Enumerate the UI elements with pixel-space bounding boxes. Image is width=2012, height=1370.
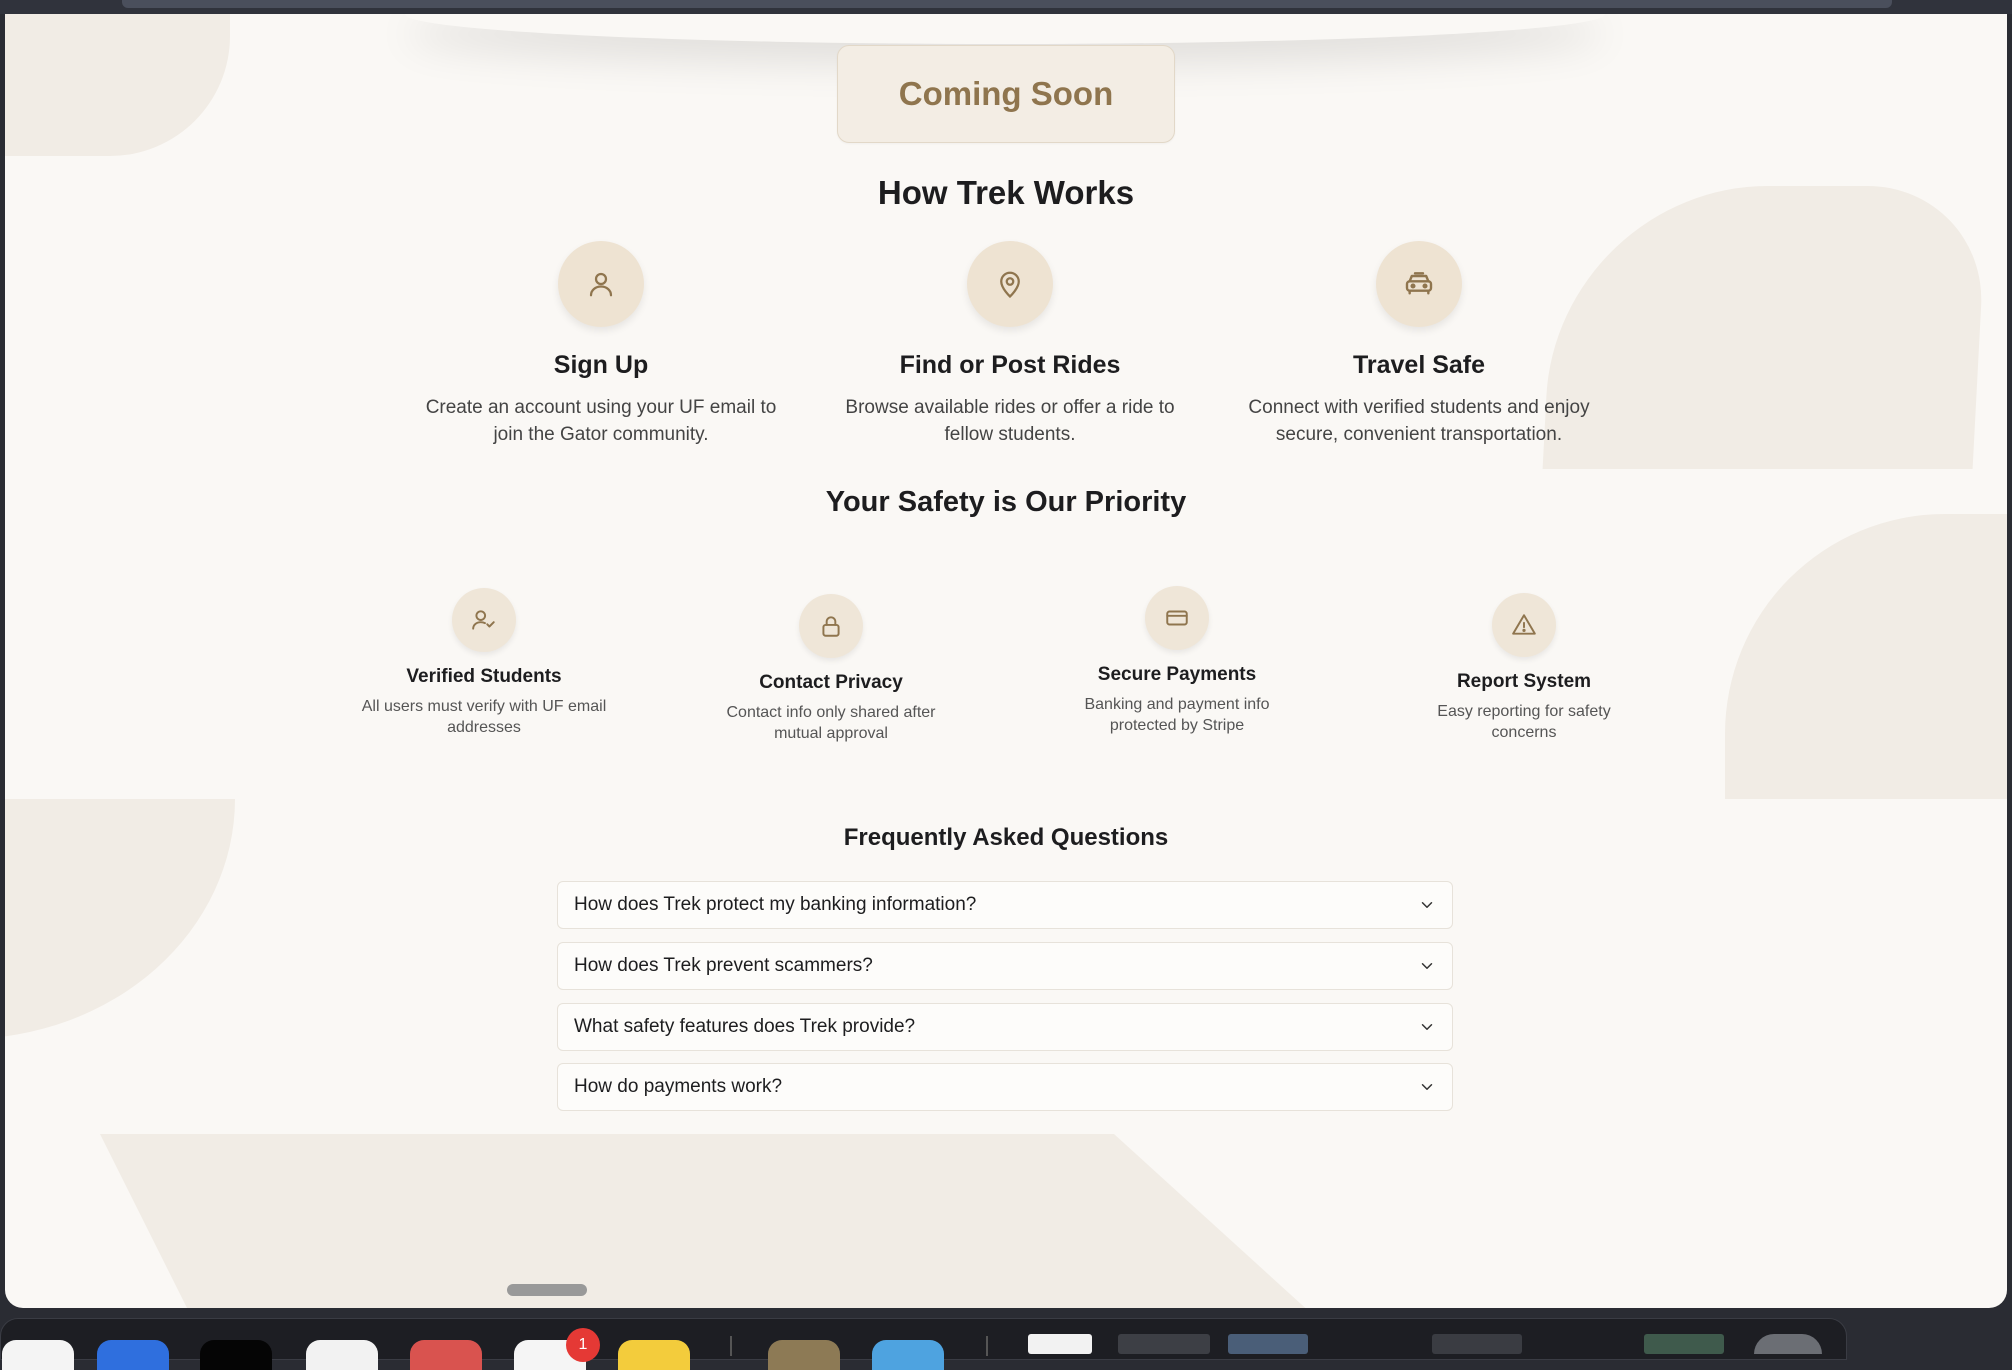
calendar-app-icon[interactable] <box>410 1340 482 1370</box>
step-title: Travel Safe <box>1352 351 1486 379</box>
user-icon <box>558 241 644 327</box>
dock: 1 <box>0 1318 2012 1370</box>
step-description-line: Browse available rides or offer a ride t… <box>845 397 1175 418</box>
background-shape <box>1725 514 2007 799</box>
step-title: Sign Up <box>553 351 649 379</box>
feature-report-system: Report System Easy reporting for safety … <box>1374 593 1674 743</box>
feature-secure-payments: Secure Payments Banking and payment info… <box>1027 586 1327 736</box>
faq-item[interactable]: How does Trek protect my banking informa… <box>557 881 1453 929</box>
window-thumbnail[interactable] <box>1644 1334 1724 1354</box>
window-thumbnail[interactable] <box>1432 1334 1522 1354</box>
chevron-down-icon <box>1421 902 1433 908</box>
faq-item[interactable]: What safety features does Trek provide? <box>557 1003 1453 1051</box>
step-description: Browse available rides or offer a ride t… <box>800 394 1220 448</box>
credit-card-icon <box>1145 586 1209 650</box>
safety-title: Your Safety is Our Priority <box>825 486 1187 518</box>
step-title: Find or Post Rides <box>899 351 1121 379</box>
app-icon[interactable] <box>872 1340 944 1370</box>
faq-title: Frequently Asked Questions <box>843 824 1169 851</box>
step-sign-up: Sign Up Create an account using your UF … <box>391 241 811 448</box>
feature-description-line: protected by Stripe <box>1109 717 1245 734</box>
faq-item[interactable]: How do payments work? <box>557 1063 1453 1111</box>
lock-icon <box>799 594 863 658</box>
notes-app-icon[interactable] <box>618 1340 690 1370</box>
dock-separator <box>730 1336 732 1356</box>
window-thumbnail[interactable] <box>1118 1334 1210 1354</box>
background-shape <box>5 14 230 156</box>
coming-soon-badge: Coming Soon <box>837 45 1175 143</box>
chevron-down-icon <box>1421 963 1433 969</box>
feature-description: All users must verify with UF email addr… <box>334 696 634 738</box>
step-description-line: Create an account using your UF email to <box>425 397 777 418</box>
horizontal-scrollbar-thumb[interactable] <box>507 1284 587 1296</box>
feature-title: Verified Students <box>406 666 562 687</box>
feature-description: Easy reporting for safety concerns <box>1374 701 1674 743</box>
finder-app-icon[interactable] <box>2 1340 74 1370</box>
window-thumbnail[interactable] <box>1228 1334 1308 1354</box>
how-it-works-title: How Trek Works <box>877 174 1135 211</box>
step-description: Create an account using your UF email to… <box>391 394 811 448</box>
car-icon <box>1376 241 1462 327</box>
feature-contact-privacy: Contact Privacy Contact info only shared… <box>681 594 981 744</box>
app-icon[interactable] <box>768 1340 840 1370</box>
trash-icon[interactable] <box>1754 1334 1822 1354</box>
faq-question: How does Trek prevent scammers? <box>574 955 873 976</box>
alert-triangle-icon <box>1492 593 1556 657</box>
feature-description-line: Contact info only shared after <box>726 704 936 721</box>
chevron-down-icon <box>1421 1024 1433 1030</box>
step-find-or-post: Find or Post Rides Browse available ride… <box>800 241 1220 448</box>
step-description-line: Connect with verified students and enjoy <box>1248 397 1590 418</box>
page-viewport[interactable]: Coming Soon How Trek Works Sign Up Creat… <box>5 14 2007 1308</box>
feature-description-line: addresses <box>447 719 521 736</box>
feature-description-line: concerns <box>1491 724 1557 741</box>
background-shape <box>100 1134 1400 1308</box>
chevron-down-icon <box>1421 1084 1433 1090</box>
feature-description-line: All users must verify with UF email <box>361 698 607 715</box>
feature-description-line: Easy reporting for safety <box>1437 703 1611 720</box>
faq-question: How do payments work? <box>574 1076 783 1097</box>
step-description-line: fellow students. <box>944 424 1076 445</box>
feature-description: Banking and payment info protected by St… <box>1027 694 1327 736</box>
notification-badge: 1 <box>566 1328 600 1362</box>
browser-top-bar <box>0 0 2012 14</box>
step-description-line: secure, convenient transportation. <box>1275 424 1563 445</box>
feature-description-line: Banking and payment info <box>1084 696 1270 713</box>
faq-item[interactable]: How does Trek prevent scammers? <box>557 942 1453 990</box>
window-thumbnail[interactable] <box>1028 1334 1092 1354</box>
feature-title: Contact Privacy <box>759 672 903 693</box>
map-pin-icon <box>967 241 1053 327</box>
user-check-icon <box>452 588 516 652</box>
feature-title: Secure Payments <box>1097 664 1257 685</box>
step-description-line: join the Gator community. <box>493 424 709 445</box>
faq-question: What safety features does Trek provide? <box>574 1016 916 1037</box>
app-icon[interactable] <box>200 1340 272 1370</box>
feature-verified-students: Verified Students All users must verify … <box>334 588 634 738</box>
header-shadow <box>405 14 1605 44</box>
step-travel-safe: Travel Safe Connect with verified studen… <box>1209 241 1629 448</box>
step-description: Connect with verified students and enjoy… <box>1209 394 1629 448</box>
app-icon[interactable] <box>306 1340 378 1370</box>
app-icon[interactable] <box>97 1340 169 1370</box>
feature-title: Report System <box>1456 671 1592 692</box>
feature-description: Contact info only shared after mutual ap… <box>681 702 981 744</box>
faq-question: How does Trek protect my banking informa… <box>574 894 977 915</box>
dock-separator <box>986 1336 988 1356</box>
feature-description-line: mutual approval <box>774 725 888 742</box>
browser-toolbar-strip <box>122 0 1892 8</box>
